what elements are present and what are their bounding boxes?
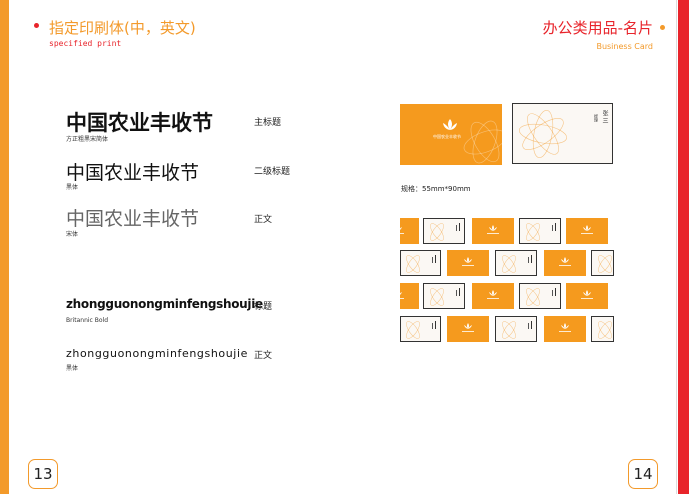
lotus-mini-outline-icon <box>430 288 460 306</box>
mini-card-front <box>472 283 514 309</box>
page-gutter <box>676 0 677 494</box>
card-front-title: 中国农业丰收节 <box>433 134 461 139</box>
bullet-dot-icon <box>34 23 39 28</box>
business-card-front: 中国农业丰收节 <box>400 104 502 165</box>
lotus-mini-icon <box>581 225 593 234</box>
sample-caption: 黑体 <box>66 365 79 372</box>
mini-card-back <box>423 283 465 309</box>
business-card-back: 张 三 经理 <box>512 103 613 164</box>
lotus-outline-icon <box>519 110 567 158</box>
card-back-job-title: 经理 <box>594 114 599 122</box>
right-accent-bar <box>678 0 689 494</box>
page-number-left: 13 <box>28 459 58 489</box>
mini-card-back <box>495 316 537 342</box>
right-page-title: 办公类用品-名片 <box>542 19 653 37</box>
mini-card-front <box>566 283 608 309</box>
sample-caption: Britannic Bold <box>66 317 109 324</box>
sample-label: 正文 <box>254 351 273 361</box>
card-back-name: 张 三 <box>601 110 608 124</box>
lotus-mini-outline-icon <box>406 255 436 273</box>
lotus-mini-icon <box>462 323 474 332</box>
mini-card-back <box>495 250 537 276</box>
mini-card-front <box>447 316 489 342</box>
lotus-mini-icon <box>559 323 571 332</box>
lotus-mini-icon <box>400 292 404 299</box>
mini-card-back <box>591 316 614 342</box>
right-page-header: 办公类用品-名片 Business Card <box>542 17 665 51</box>
lotus-mini-icon <box>487 225 499 234</box>
lotus-mini-icon <box>487 290 499 299</box>
lotus-mini-outline-icon <box>430 223 460 241</box>
mini-card-front <box>544 316 586 342</box>
left-page-title: 指定印刷体(中，英文) <box>49 19 196 37</box>
lotus-mini-icon <box>400 227 404 234</box>
sample-body-text: 中国农业丰收节 <box>66 208 200 230</box>
lotus-mini-icon <box>462 257 474 266</box>
sample-label: 主标题 <box>254 118 282 128</box>
mini-card-back <box>423 218 465 244</box>
mini-card-back <box>400 250 441 276</box>
bullet-dot-icon <box>660 25 665 30</box>
lotus-mini-outline-icon <box>526 223 556 241</box>
lotus-mini-outline-icon <box>598 255 612 273</box>
lotus-mini-outline-icon <box>502 255 532 273</box>
sample-caption: 黑体 <box>66 184 79 191</box>
mini-card-front <box>400 283 419 309</box>
sample-secondary-title: 中国农业丰收节 <box>66 162 200 184</box>
sample-latin-title: zhongguonongminfengshoujie <box>66 297 263 311</box>
sample-label: 标题 <box>254 302 273 312</box>
lotus-mini-outline-icon <box>406 321 436 339</box>
lotus-mini-outline-icon <box>526 288 556 306</box>
page-number-right: 14 <box>628 459 658 489</box>
left-page-subtitle: specified print <box>49 39 122 48</box>
lotus-mini-outline-icon <box>502 321 532 339</box>
mini-card-back <box>519 218 561 244</box>
right-page-subtitle: Business Card <box>596 42 653 51</box>
card-spec: 规格：55mm*90mm <box>401 185 471 193</box>
mini-card-front <box>400 218 419 244</box>
mini-card-back <box>591 250 614 276</box>
lotus-mini-icon <box>559 257 571 266</box>
sample-caption: 宋体 <box>66 231 79 238</box>
sample-main-title: 中国农业丰收节 <box>66 111 213 135</box>
sample-latin-body: zhongguonongminfengshoujie <box>66 347 248 360</box>
mini-card-back <box>400 316 441 342</box>
sample-label: 正文 <box>254 215 273 225</box>
lotus-mini-icon <box>581 290 593 299</box>
left-accent-bar <box>0 0 9 494</box>
mini-card-front <box>472 218 514 244</box>
mini-card-back <box>519 283 561 309</box>
mini-card-front <box>566 218 608 244</box>
lotus-mini-outline-icon <box>598 321 612 339</box>
sample-caption: 方正粗黑宋简体 <box>66 136 109 143</box>
mini-card-front <box>447 250 489 276</box>
mini-card-front <box>544 250 586 276</box>
sample-label: 二级标题 <box>254 167 291 177</box>
